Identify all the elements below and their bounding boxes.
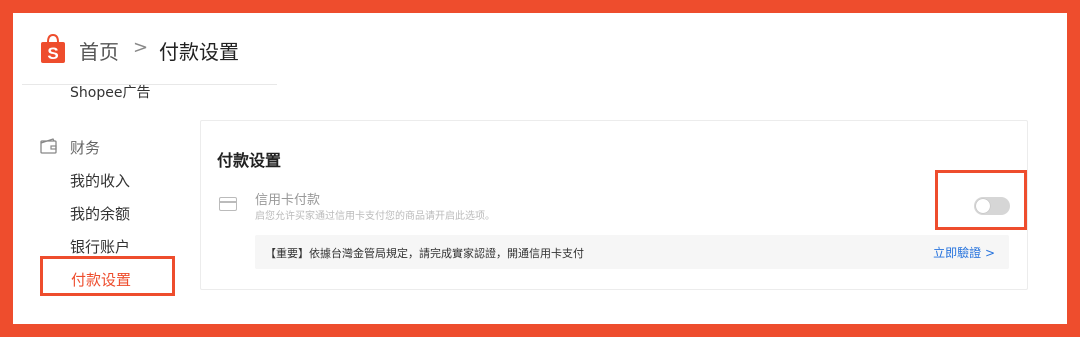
payment-settings-card: 付款设置 信用卡付款 启您允许买家通过信用卡支付您的商品请开启此选项。 【重要】… — [200, 120, 1028, 290]
credit-card-payment-description: 启您允许买家通过信用卡支付您的商品请开启此选项。 — [255, 211, 495, 222]
credit-card-icon — [219, 197, 237, 211]
card-title: 付款设置 — [217, 151, 282, 170]
verify-now-link[interactable]: 立即驗證 > — [933, 244, 995, 261]
chevron-right-icon: > — [984, 246, 995, 260]
credit-card-toggle[interactable] — [974, 197, 1010, 215]
verification-notice: 【重要】依據台灣金管局規定，請完成實家認證，開通信用卡支付 立即驗證 > — [255, 235, 1009, 269]
breadcrumb-home[interactable]: 首页 — [79, 36, 119, 65]
breadcrumb-current: 付款设置 — [159, 40, 239, 64]
shopee-logo-icon[interactable]: S — [40, 33, 66, 64]
credit-card-payment-label: 信用卡付款 — [255, 193, 321, 208]
sidebar-item-ads[interactable]: Shopee广告 — [70, 82, 150, 102]
notice-text: 【重要】依據台灣金管局規定，請完成實家認證，開通信用卡支付 — [265, 247, 584, 260]
verify-now-label: 立即驗證 — [933, 246, 982, 260]
sidebar-item-label: 付款设置 — [71, 271, 132, 289]
toggle-highlight-box — [935, 170, 1027, 230]
toggle-knob — [976, 199, 990, 213]
svg-text:S: S — [47, 44, 58, 63]
sidebar-item-balance[interactable]: 我的余额 — [70, 203, 130, 224]
wallet-icon — [40, 138, 58, 154]
breadcrumb-separator: > — [133, 37, 149, 58]
sidebar-item-income[interactable]: 我的收入 — [70, 170, 130, 191]
sidebar-section-finance: 财务 — [70, 139, 101, 157]
sidebar-item-payment-settings[interactable]: 付款设置 — [40, 256, 175, 296]
sidebar-item-bank-account[interactable]: 银行账户 — [70, 236, 130, 257]
